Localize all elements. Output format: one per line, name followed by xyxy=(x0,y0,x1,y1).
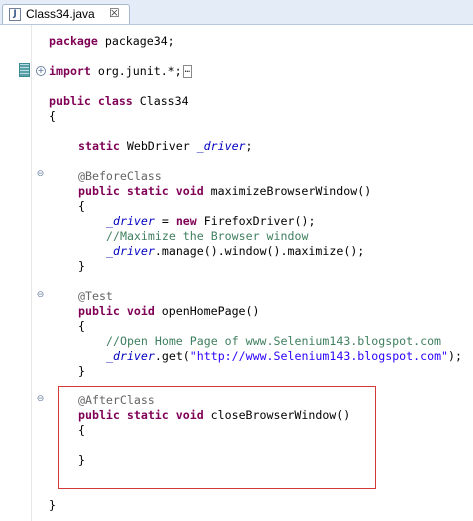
code-line: //Open Home Page of www.Selenium143.blog… xyxy=(106,334,442,348)
collapse-method-icon[interactable]: ⊖ xyxy=(36,170,45,179)
code-line: } xyxy=(49,498,56,512)
code-line: @BeforeClass xyxy=(78,169,162,183)
code-line: public static void closeBrowserWindow() xyxy=(78,408,351,422)
code-line: public class Class34 xyxy=(49,94,189,108)
code-line: { xyxy=(78,199,85,213)
code-line: { xyxy=(78,423,85,437)
editor-tab-bar: J Class34.java ☒ xyxy=(0,0,473,25)
code-line: { xyxy=(49,109,56,123)
tab-class34-java[interactable]: J Class34.java ☒ xyxy=(2,4,130,24)
code-line: public static void maximizeBrowserWindow… xyxy=(78,184,372,198)
code-line: @AfterClass xyxy=(78,393,155,407)
folded-imports-button[interactable]: … xyxy=(182,65,193,78)
code-line: @Test xyxy=(78,289,113,303)
code-line: } xyxy=(78,364,85,378)
code-line: _driver.manage().window().maximize(); xyxy=(106,244,365,258)
close-icon[interactable]: ☒ xyxy=(109,6,120,20)
code-line: _driver = new FirefoxDriver(); xyxy=(106,214,316,228)
annotation-ruler xyxy=(0,25,15,521)
code-line: static WebDriver _driver; xyxy=(78,139,253,153)
code-line: package package34; xyxy=(49,34,175,48)
ruler-divider xyxy=(31,25,32,521)
code-line: //Maximize the Browser window xyxy=(106,229,309,243)
code-line: import org.junit.*;… xyxy=(49,64,193,78)
collapse-method-icon[interactable]: ⊖ xyxy=(36,291,45,300)
code-line: _driver.get("http://www.Selenium143.blog… xyxy=(106,349,463,363)
code-line: public void openHomePage() xyxy=(78,304,260,318)
collapse-method-icon[interactable]: ⊖ xyxy=(36,395,45,404)
code-line: { xyxy=(78,319,85,333)
java-file-icon: J xyxy=(9,8,21,21)
bookmark-marker-icon[interactable] xyxy=(19,63,30,77)
code-line: } xyxy=(78,453,85,467)
expand-imports-icon[interactable]: + xyxy=(36,66,46,76)
code-line: } xyxy=(78,259,85,273)
tab-title: Class34.java xyxy=(26,7,95,21)
